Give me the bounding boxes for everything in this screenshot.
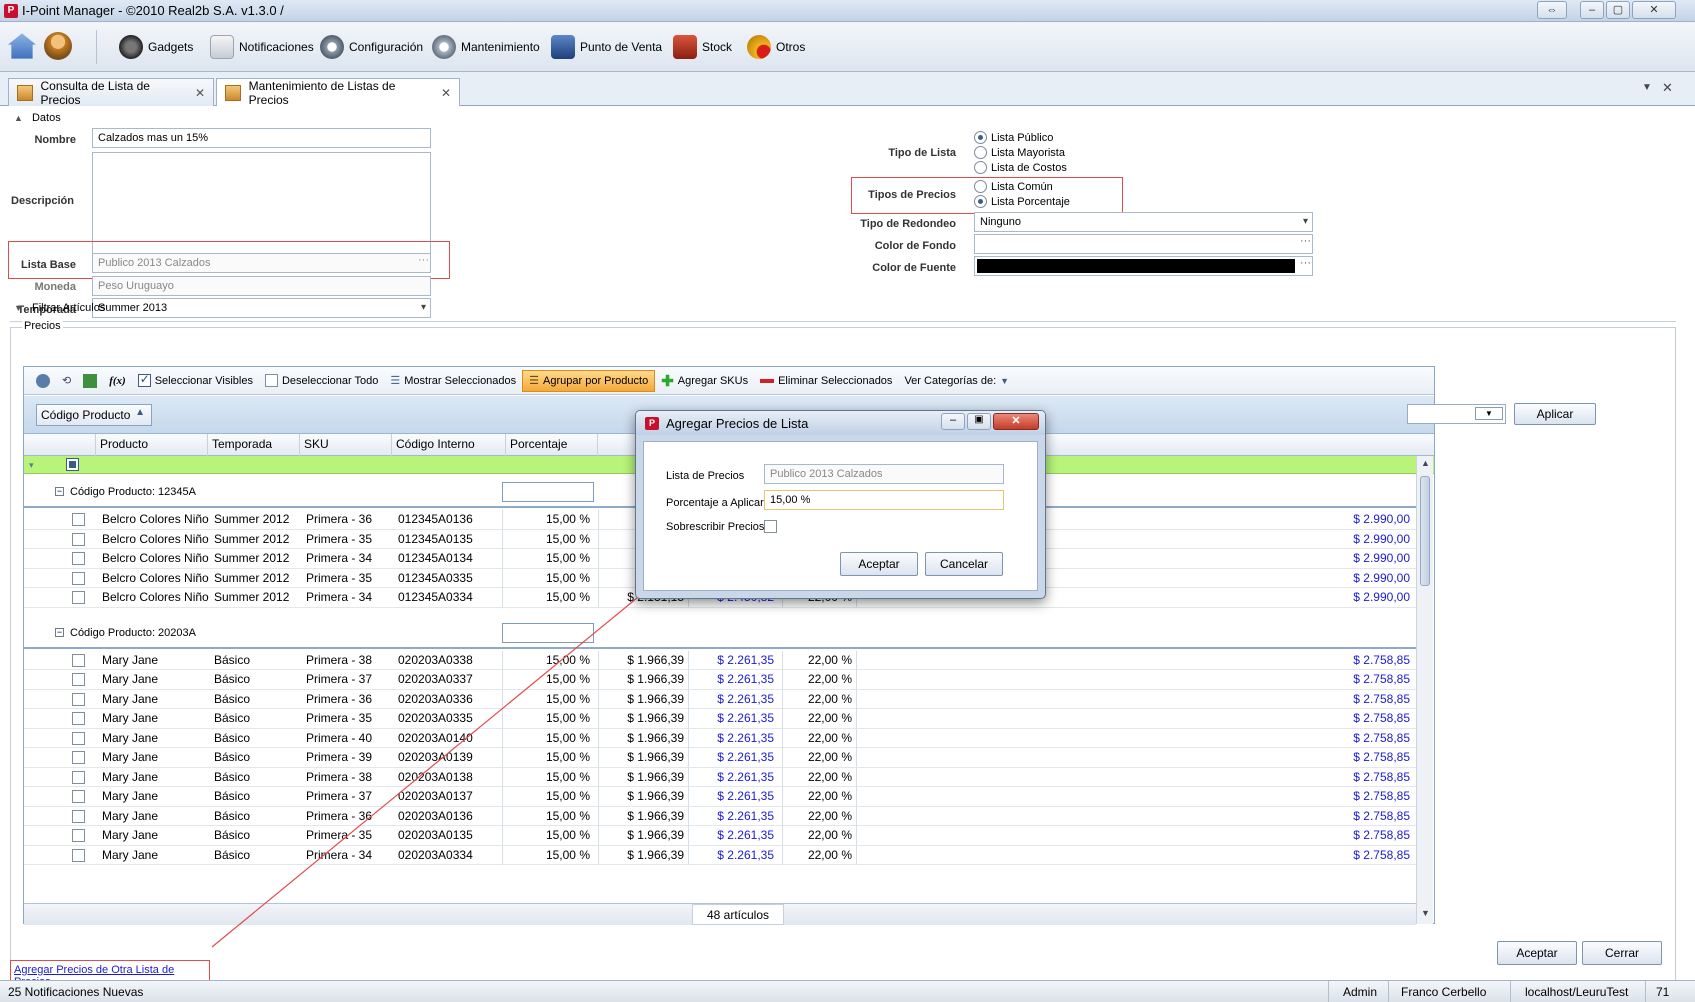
dialog-cancelar-button[interactable]: Cancelar [925,552,1003,576]
porcentaje-aplicar-input[interactable]: 15,00 % [764,490,1004,510]
dialog-close-icon[interactable]: ✕ [993,413,1039,430]
porcentaje-aplicar-label: Porcentaje a Aplicar [666,497,764,509]
status-bar: 25 Notificaciones Nuevas Admin Franco Ce… [0,980,1695,1002]
sobrescribir-checkbox[interactable] [764,520,777,533]
status-usuario: Franco Cerbello [1388,981,1498,1002]
dialog-title-bar: P Agregar Precios de Lista – ▣ ✕ [636,411,1045,435]
status-servidor: localhost/LeuruTest [1510,981,1642,1002]
lista-precios-input[interactable]: Publico 2013 Calzados [764,464,1004,484]
dialog-app-icon: P [645,417,659,430]
dialog-aceptar-button[interactable]: Aceptar [840,552,918,576]
agregar-precios-dialog: P Agregar Precios de Lista – ▣ ✕ Lista d… [635,410,1046,599]
status-numero: 71 [1645,981,1679,1002]
sobrescribir-label: Sobrescribir Precios [666,521,765,533]
dialog-minimize-icon[interactable]: – [941,413,965,430]
dialog-title: Agregar Precios de Lista [666,416,809,431]
lista-precios-label: Lista de Precios [666,470,745,482]
dialog-body: Lista de Precios Publico 2013 Calzados P… [643,441,1038,591]
status-notificaciones[interactable]: 25 Notificaciones Nuevas [8,985,143,999]
status-rol: Admin [1328,981,1391,1002]
dialog-maximize-icon[interactable]: ▣ [967,413,991,430]
